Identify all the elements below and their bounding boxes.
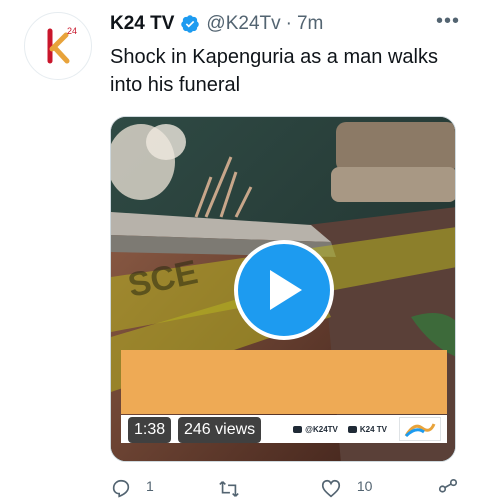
like-count: 10 bbox=[356, 478, 373, 494]
tweet-text: Shock in Kapenguria as a man walks into … bbox=[110, 46, 438, 96]
play-button[interactable] bbox=[234, 240, 334, 340]
verified-badge-icon bbox=[180, 14, 200, 34]
reply-count: 1 bbox=[146, 478, 154, 494]
reply-button[interactable]: 1 bbox=[110, 478, 154, 502]
share-button[interactable] bbox=[436, 478, 460, 502]
twitter-handle-chip: @K24TV bbox=[293, 425, 338, 434]
youtube-channel-chip: K24 TV bbox=[347, 425, 387, 434]
twitter-icon bbox=[293, 425, 303, 433]
video-views-badge: 246 views bbox=[178, 417, 262, 443]
retweet-button[interactable] bbox=[217, 478, 255, 502]
avatar[interactable]: 24 bbox=[24, 12, 92, 80]
like-button[interactable]: 10 bbox=[319, 478, 373, 502]
overlay-banner bbox=[121, 350, 447, 414]
author-handle[interactable]: @K24Tv bbox=[206, 13, 280, 35]
tweet-header: K24 TV @K24Tv · 7m ••• bbox=[110, 10, 460, 36]
play-icon bbox=[270, 270, 302, 310]
video-player[interactable]: SCE @K24TV K24 TV 1:38 246 views bbox=[110, 116, 456, 462]
share-icon bbox=[438, 479, 458, 493]
retweet-icon bbox=[219, 481, 240, 497]
avatar-superscript: 24 bbox=[67, 26, 77, 36]
author-name[interactable]: K24 TV bbox=[110, 13, 174, 35]
like-icon bbox=[321, 479, 340, 498]
k24-logo-icon: 24 bbox=[47, 26, 77, 64]
more-options-icon[interactable]: ••• bbox=[436, 10, 460, 33]
tweet-timestamp[interactable]: 7m bbox=[297, 13, 323, 35]
broadcaster-logo-icon bbox=[399, 417, 441, 441]
tweet-actions: 1 10 bbox=[110, 478, 460, 502]
separator-dot: · bbox=[285, 13, 292, 34]
youtube-icon bbox=[347, 425, 357, 433]
video-duration-badge: 1:38 bbox=[128, 417, 172, 443]
reply-icon bbox=[112, 479, 130, 498]
